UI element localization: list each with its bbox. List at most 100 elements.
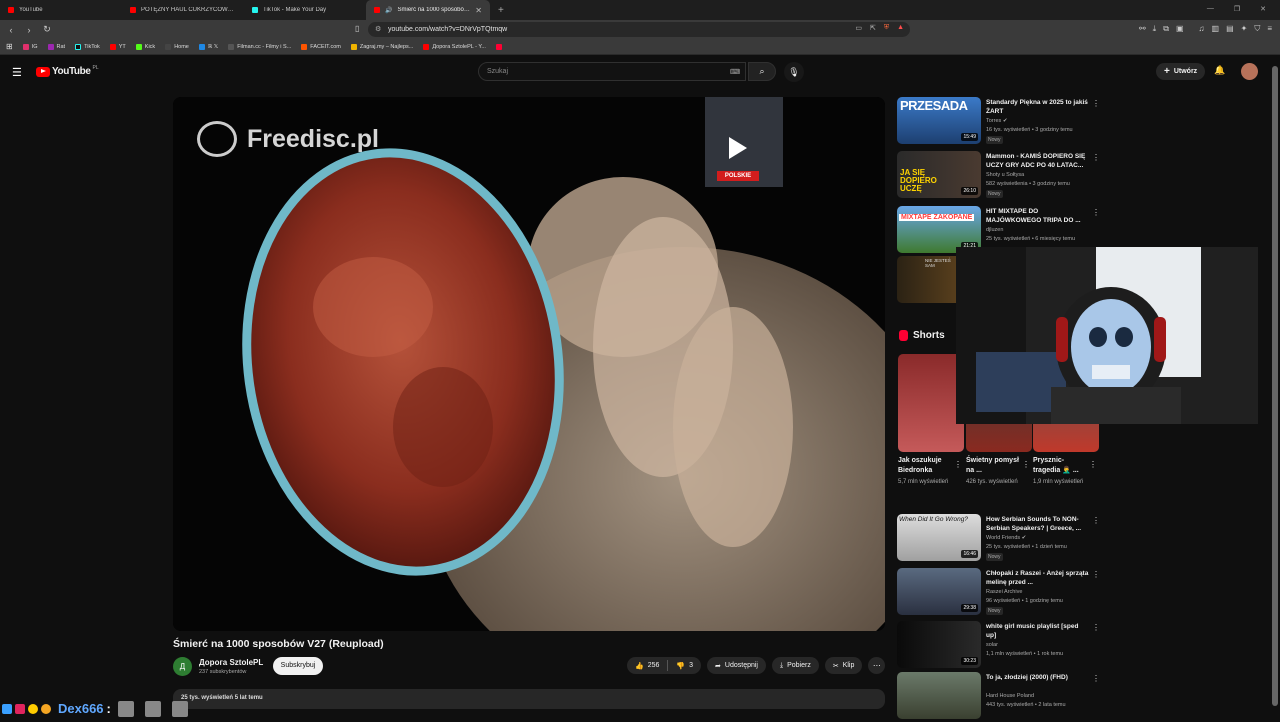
bookmark-rat[interactable]: Rat — [47, 43, 66, 50]
bookmark-tiktok[interactable]: TikTok — [75, 43, 100, 50]
thumbnail-text: MIXTAPE ZAKOPANE — [899, 214, 975, 221]
page-scrollbar[interactable] — [1270, 56, 1280, 720]
recommendation-item[interactable]: When Did It Go Wrong? 16:46 How Serbian … — [897, 514, 1107, 564]
download-button[interactable]: ⤓ Pobierz — [771, 657, 819, 674]
recommendation-item[interactable]: PRZESADA 15:49 Standardy Piękna w 2025 t… — [897, 97, 1107, 147]
notifications-icon[interactable]: 🔔 — [1214, 65, 1225, 76]
bookmark-filman[interactable]: Filman.cc - Filmy i S... — [228, 43, 291, 50]
share-button[interactable]: ➦ Udostępnij — [707, 657, 766, 674]
zagraj-icon — [350, 43, 357, 50]
more-actions-button[interactable]: ⋯ — [868, 657, 886, 674]
recommendation-item[interactable]: To ja, złodziej (2000) (FHD) Hard House … — [897, 672, 1107, 722]
sidebar-icon[interactable]: ▥ — [1212, 24, 1220, 34]
bookmark-kick[interactable]: Kick — [135, 43, 155, 50]
country-code: PL — [92, 64, 99, 71]
address-bar[interactable]: ⚙ youtube.com/watch?v=DNrVpTQtmqw ▭ ⇱ ⛨ … — [368, 22, 910, 37]
dislike-button[interactable]: 👎 3 — [668, 657, 701, 674]
menu-icon[interactable]: ≡ — [1267, 24, 1272, 34]
more-options-icon[interactable]: ⋮ — [1092, 516, 1100, 525]
emote-icon — [2, 703, 12, 714]
bookmark-ig[interactable]: IG — [22, 43, 38, 50]
stream-chat-overlay: Dex666 : — [0, 697, 196, 720]
rat-icon — [47, 43, 54, 50]
tab-haul[interactable]: POTĘŻNY HAUL CUKRZYCOWY - ile t — [122, 0, 244, 20]
speaker-icon: 🔊 — [385, 7, 393, 14]
screenshot-icon[interactable]: ▣ — [1176, 24, 1184, 34]
description-box[interactable]: 25 tys. wyświetleń 5 lat temu — [173, 689, 885, 709]
tab-title: YouTube — [19, 7, 43, 13]
short-item[interactable]: Jak oszukuje Biedronka 5,7 mln wyświetle… — [898, 354, 964, 487]
youtube-icon — [423, 43, 430, 50]
create-button[interactable]: + Utwórz — [1156, 63, 1206, 80]
bookmark-zagraj[interactable]: Zagraj.my – Najleps... — [350, 43, 413, 50]
share-icon: ➦ — [715, 662, 721, 670]
more-options-icon[interactable]: ⋮ — [1092, 623, 1100, 632]
maximize-icon[interactable]: ❐ — [1234, 5, 1240, 13]
back-icon[interactable]: ‹ — [4, 25, 18, 35]
more-options-icon[interactable]: ⋮ — [954, 460, 962, 469]
site-info-icon[interactable]: ⚙ — [375, 25, 381, 33]
bookmark-rx[interactable]: ℝ 𝕏 — [198, 43, 218, 50]
cast-icon[interactable]: ▭ — [855, 24, 862, 32]
search-input[interactable]: Szukaj — [478, 62, 746, 81]
bookmark-home[interactable]: Home — [165, 43, 189, 50]
thumbnail-text: When Did It Go Wrong? — [899, 516, 968, 523]
brave-shield-icon[interactable]: ⛨ — [884, 24, 889, 32]
search-button[interactable]: ⌕ — [748, 62, 776, 81]
reload-icon[interactable]: ↻ — [40, 24, 54, 35]
puzzle-icon[interactable]: ⧉ — [1163, 24, 1169, 34]
clip-button[interactable]: ✂ Klip — [824, 657, 863, 674]
download-icon[interactable]: ⤓ — [1153, 24, 1157, 34]
guide-menu-icon[interactable]: ☰ — [12, 66, 22, 79]
ai-icon[interactable]: ✦ — [1241, 24, 1248, 34]
minimize-icon[interactable]: — — [1207, 5, 1214, 13]
wallet-icon[interactable]: ▤ — [1226, 24, 1234, 34]
bookmark-page-icon[interactable]: ▯ — [355, 24, 359, 33]
bookmark-label: Rat — [56, 43, 66, 50]
keyboard-icon[interactable]: ⌨ — [730, 68, 740, 76]
new-tab-button[interactable]: + — [490, 5, 512, 16]
recommendation-item[interactable]: JA SIĘ DOPIERO UCZĘ 26:10 Mammon - KAMIŚ… — [897, 151, 1107, 201]
tab-youtube[interactable]: YouTube — [0, 0, 122, 20]
voice-search-button[interactable]: 🎙 — [784, 62, 804, 82]
account-avatar[interactable] — [1241, 63, 1258, 80]
more-options-icon[interactable]: ⋮ — [1092, 570, 1100, 579]
tab-tiktok[interactable]: TikTok - Make Your Day — [244, 0, 366, 20]
more-options-icon[interactable]: ⋮ — [1092, 153, 1100, 162]
scissors-icon: ✂ — [832, 662, 839, 670]
more-options-icon[interactable]: ⋮ — [1092, 208, 1100, 217]
shield-icon[interactable]: ⛉ — [1254, 24, 1260, 34]
bookmark-extra[interactable] — [495, 43, 502, 50]
duration-badge: 15:49 — [961, 133, 978, 141]
close-tab-icon[interactable]: ✕ — [475, 6, 482, 15]
recommendation-item[interactable]: 30:23 white girl music playlist [sped up… — [897, 621, 1107, 671]
channel-name[interactable]: Дорога SztolePL — [199, 658, 263, 667]
more-options-icon[interactable]: ⋮ — [1092, 674, 1100, 683]
video-player[interactable]: Freedisc.pl POLSKIE — [173, 97, 885, 631]
more-options-icon[interactable]: ⋮ — [1089, 460, 1097, 469]
video-meta: 96 wyświetleń • 1 godzinę temu — [986, 598, 1063, 604]
more-options-icon[interactable]: ⋮ — [1022, 460, 1030, 469]
close-window-icon[interactable]: ✕ — [1260, 5, 1266, 13]
bookmark-yt[interactable]: YT — [109, 43, 126, 50]
short-title: Prysznic-tragedia 🤦‍♂️ ... — [1033, 457, 1079, 474]
bookmark-faceit[interactable]: FACEIT.com — [301, 43, 341, 50]
recommendation-item[interactable]: 29:38 Chłopaki z Raszei - Anżej sprząta … — [897, 568, 1107, 618]
youtube-icon — [109, 43, 116, 50]
subscribe-button[interactable]: Subskrybuj — [273, 657, 323, 675]
channel-avatar[interactable]: Д — [173, 657, 192, 676]
video-meta: 1,1 mln wyświetleń • 1 rok temu — [986, 651, 1064, 657]
bookmark-channel[interactable]: Дорога SztolePL - Y... — [423, 43, 486, 50]
forward-icon[interactable]: › — [22, 25, 36, 35]
more-options-icon[interactable]: ⋮ — [1092, 99, 1100, 108]
youtube-logo[interactable]: YouTube PL — [36, 64, 99, 77]
rewards-icon[interactable]: ▲ — [897, 24, 904, 32]
tab-current-video[interactable]: 🔊 Śmierć na 1000 sposobów V27 ✕ — [366, 0, 490, 20]
vpn-icon[interactable]: ⚯ — [1139, 24, 1146, 34]
music-icon[interactable]: ♫ — [1199, 24, 1205, 34]
share-page-icon[interactable]: ⇱ — [870, 24, 876, 32]
scrollbar-thumb[interactable] — [1272, 66, 1278, 706]
window-controls: — ❐ ✕ — [1193, 0, 1280, 18]
like-button[interactable]: 👍 256 — [627, 657, 667, 674]
apps-grid-icon[interactable]: ⊞ — [6, 42, 13, 51]
